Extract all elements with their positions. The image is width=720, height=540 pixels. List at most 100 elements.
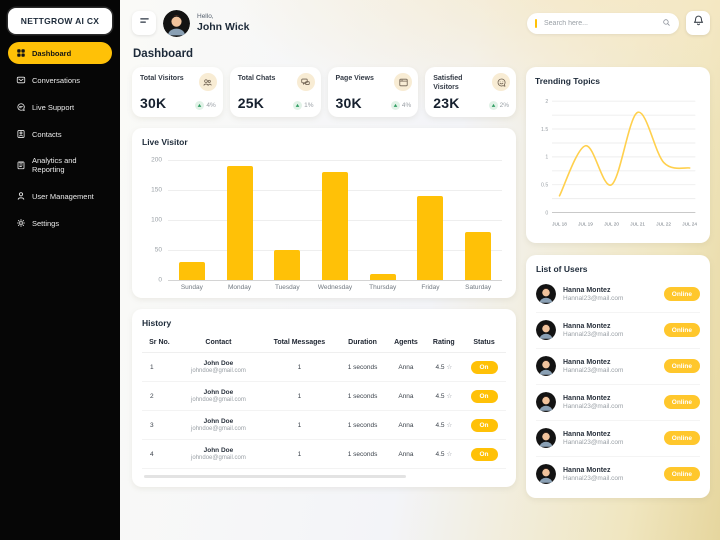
y-axis-tick-label: 1.5 [541, 127, 548, 133]
bar-slot [216, 160, 264, 280]
bar-slot [407, 160, 455, 280]
bar-chart-x-labels: Sunday Monday Tuesday Wednesday Thursday Frid… [168, 284, 502, 291]
greeting-block: Hello, John Wick [197, 13, 249, 33]
bar-wednesday[interactable] [322, 172, 349, 280]
user-list-item[interactable]: Hanna Montez Hannal23@mail.com Online [536, 277, 700, 313]
stat-card-satisfied-visitors[interactable]: Satisfied Visitors 23K 2% [425, 67, 516, 117]
live-visitor-title: Live Visitor [142, 137, 188, 147]
search-input[interactable] [542, 18, 657, 28]
sidebar-item-label: Settings [32, 218, 60, 228]
list-of-users-title: List of Users [536, 263, 588, 274]
online-status-badge[interactable]: Online [663, 395, 700, 410]
history-row[interactable]: 4 John Doe johndoe@gmail.com 1 1 seconds… [142, 439, 506, 469]
online-status-badge[interactable]: Online [663, 467, 700, 482]
stat-card-page-views[interactable]: Page Views 30K 4% [327, 67, 419, 117]
online-status-badge[interactable]: Online [663, 287, 700, 302]
x-axis-label: JUL 22 [656, 222, 671, 227]
online-status-badge[interactable]: Online [663, 359, 700, 374]
horizontal-scrollbar[interactable] [144, 475, 407, 478]
y-axis-tick-label: 100 [151, 216, 162, 224]
trending-line-svg: 0 0.5 1 1.5 2 JUL 18 JUL 19 JUL 20 JUL 21 JUL 22 J… [541, 99, 697, 227]
user-avatar [536, 392, 556, 413]
y-axis-tick-label: 200 [151, 156, 162, 164]
y-axis-tick-label: 50 [154, 246, 162, 254]
visitors-icon [198, 73, 217, 91]
user-email: Hannal23@mail.com [563, 294, 624, 302]
user-list-item[interactable]: Hanna Montez Hannal23@mail.com Online [536, 313, 700, 349]
dashboard-grid-icon [16, 48, 26, 58]
up-arrow-icon [488, 101, 498, 110]
online-status-badge[interactable]: Online [663, 431, 700, 446]
username-text: John Wick [197, 20, 250, 33]
bell-icon [692, 14, 705, 32]
menu-toggle-button[interactable] [132, 11, 156, 35]
sidebar-item-label: Conversations [32, 75, 80, 85]
stat-delta-value: 4% [401, 102, 412, 109]
online-status-badge[interactable]: Online [663, 323, 700, 338]
history-agent: Anna [386, 352, 426, 382]
sidebar-item-dashboard[interactable]: Dashboard [8, 42, 112, 64]
status-badge[interactable]: On [470, 418, 498, 432]
history-contact: John Doe johndoe@gmail.com [176, 381, 261, 411]
user-avatar[interactable] [163, 9, 190, 37]
history-header-row: Sr No. Contact Total Messages Duration Agent… [142, 333, 506, 353]
bar-monday[interactable] [226, 166, 253, 280]
y-axis-tick-label: 0 [545, 210, 548, 216]
y-axis-tick-label: 150 [151, 186, 162, 194]
history-sr: 3 [142, 410, 177, 440]
stat-card-total-chats[interactable]: Total Chats 25K 1% [229, 67, 321, 117]
sidebar-item-user-management[interactable]: User Management [8, 185, 112, 207]
up-arrow-icon [390, 101, 400, 110]
user-list-item[interactable]: Hanna Montez Hannal23@mail.com Online [536, 349, 700, 385]
sidebar-item-settings[interactable]: Settings [8, 212, 112, 234]
user-list-item[interactable]: Hanna Montez Hannal23@mail.com Online [536, 457, 700, 492]
x-axis-label: JUL 24 [682, 222, 697, 227]
history-row[interactable]: 1 John Doe johndoe@gmail.com 1 1 seconds… [142, 352, 506, 382]
sidebar-item-contacts[interactable]: Contacts [8, 123, 112, 145]
user-avatar [536, 284, 556, 305]
notifications-button[interactable] [686, 11, 710, 35]
status-badge[interactable]: On [470, 389, 498, 403]
search-box[interactable] [527, 12, 679, 34]
sidebar-item-live-support[interactable]: Live Support [8, 96, 112, 118]
content-columns: Total Visitors 30K 4% Total Chats 25K 1%… [132, 67, 710, 498]
y-axis-tick-label: 2 [545, 99, 548, 105]
history-agent: Anna [386, 410, 426, 440]
bar-thursday[interactable] [369, 274, 396, 280]
bar-tuesday[interactable] [274, 250, 301, 280]
user-email: Hannal23@mail.com [563, 474, 624, 482]
page-title: Dashboard [133, 48, 194, 60]
brand-logo: NETTGROW AI CX [8, 8, 112, 34]
history-title: History [142, 318, 172, 328]
user-list-item[interactable]: Hanna Montez Hannal23@mail.com Online [536, 421, 700, 457]
right-column: Trending Topics 0 0.5 1 1.5 2 JUL 18 JUL 19 JUL… [526, 67, 710, 498]
stat-card-total-visitors[interactable]: Total Visitors 30K 4% [132, 67, 223, 117]
bar-friday[interactable] [417, 196, 444, 280]
contact-email: johndoe@gmail.com [191, 455, 246, 461]
y-axis-tick-label: 0 [158, 276, 162, 284]
x-axis-label: Monday [228, 284, 252, 291]
user-list-item[interactable]: Hanna Montez Hannal23@mail.com Online [536, 385, 700, 421]
history-sr: 2 [142, 381, 177, 411]
conversations-icon [16, 75, 26, 85]
x-axis-label: Wednesday [317, 284, 353, 291]
bar-saturday[interactable] [465, 232, 492, 280]
analytics-icon [16, 160, 26, 170]
history-duration: 1 seconds [338, 352, 387, 382]
status-badge[interactable]: On [470, 447, 498, 461]
history-row[interactable]: 2 John Doe johndoe@gmail.com 1 1 seconds… [142, 381, 506, 411]
user-info: Hanna Montez Hannal23@mail.com [563, 323, 623, 338]
list-of-users-card: List of Users Hanna Montez Hannal23@mail… [526, 254, 710, 498]
history-row[interactable]: 3 John Doe johndoe@gmail.com 1 1 seconds… [142, 410, 506, 440]
bar-sunday[interactable] [178, 262, 205, 280]
trending-topics-card: Trending Topics 0 0.5 1 1.5 2 JUL 18 JUL 19 JUL… [526, 67, 710, 243]
live-support-icon [16, 102, 26, 112]
sidebar-item-analytics-and-reporting[interactable]: Analytics and Reporting [8, 150, 112, 180]
sidebar-item-conversations[interactable]: Conversations [8, 69, 112, 91]
topbar: Hello, John Wick [132, 7, 710, 39]
user-info: Hanna Montez Hannal23@mail.com [563, 287, 623, 302]
bar-slot [311, 160, 359, 280]
bars [168, 160, 502, 280]
status-badge[interactable]: On [470, 360, 498, 374]
stat-label: Total Visitors [140, 75, 184, 82]
